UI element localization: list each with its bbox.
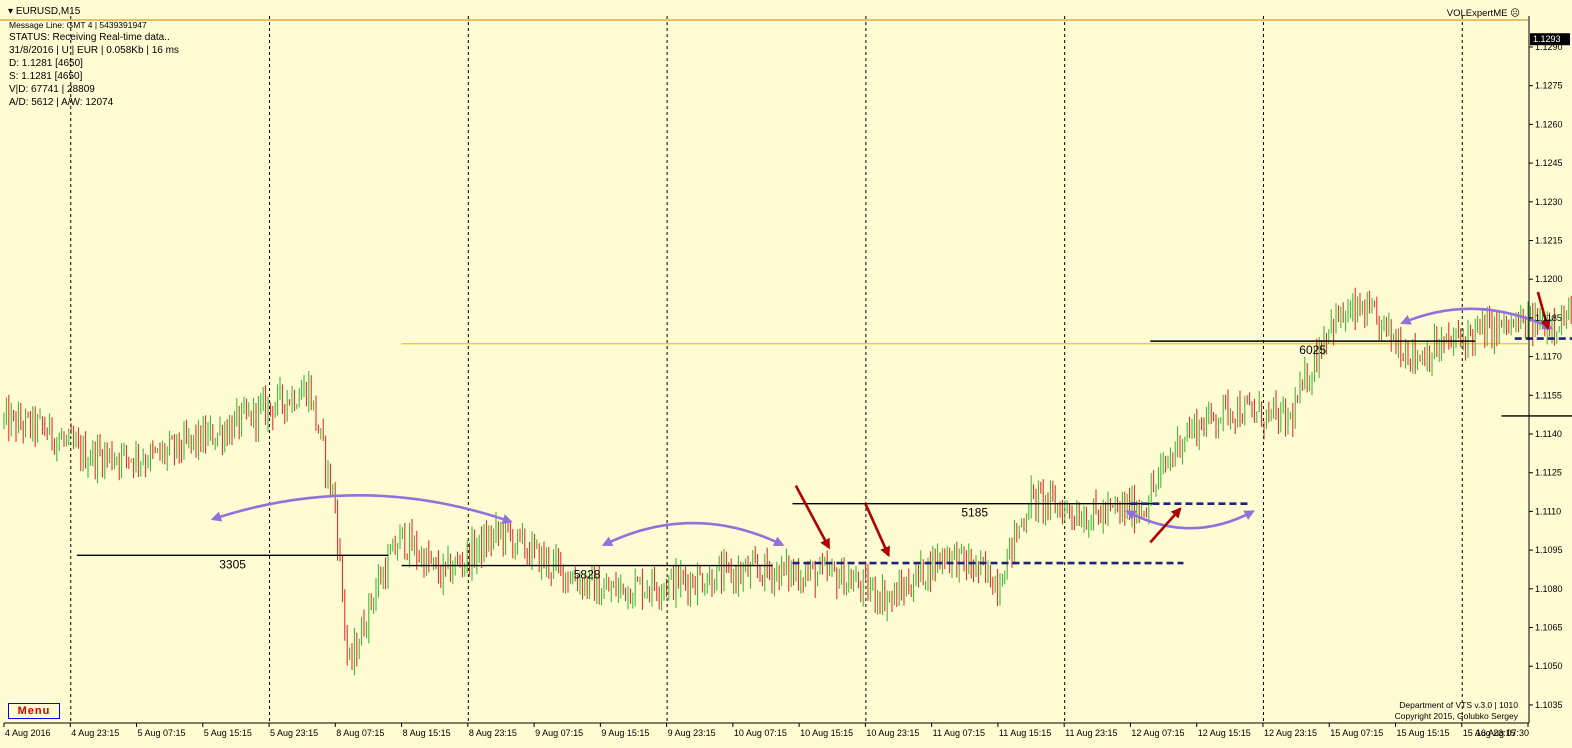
annotations — [210, 291, 1554, 558]
symbol-text: EURUSD,M15 — [15, 6, 81, 17]
status-line: STATUS: Receiving Real-time data.. — [9, 32, 170, 43]
x-tick-label: 8 Aug 15:15 — [403, 728, 451, 738]
y-tick-label: 1.1155 — [1535, 390, 1562, 400]
x-tick-label: 8 Aug 07:15 — [336, 728, 384, 738]
x-tick-label: 12 Aug 07:15 — [1131, 728, 1184, 738]
volume-level-label: 6025 — [1299, 343, 1326, 357]
red-arrow — [1149, 507, 1182, 544]
y-tick-label: 1.1035 — [1535, 700, 1563, 710]
y-tick-label: 1.1170 — [1535, 352, 1562, 362]
y-tick-label: 1.1110 — [1535, 506, 1561, 516]
footer-version: Department of VTS v.3.0 | 1010 — [1399, 700, 1518, 710]
y-tick-label: 1.1215 — [1535, 235, 1563, 245]
x-tick-label: 10 Aug 07:15 — [734, 728, 787, 738]
x-tick-label: 11 Aug 07:15 — [933, 728, 985, 738]
red-arrow — [794, 484, 831, 550]
y-tick-label: 1.1050 — [1535, 661, 1563, 671]
expert-name: VOLExpertME — [1446, 8, 1508, 19]
purple-arc-arrow — [210, 493, 513, 524]
volume-level-label: 5185 — [961, 506, 988, 520]
x-tick-label: 12 Aug 15:15 — [1198, 728, 1251, 738]
y-tick-label: 1.1245 — [1535, 158, 1563, 168]
y-tick-label: 1.1080 — [1535, 584, 1563, 594]
y-tick-label: 1.1140 — [1535, 429, 1562, 439]
day-separators — [70, 16, 1463, 723]
x-tick-label: 16 Aug 07:30 — [1476, 728, 1529, 738]
menu-button[interactable]: Menu — [8, 703, 60, 719]
red-arrow — [864, 503, 890, 558]
y-tick-label: 1.1200 — [1535, 274, 1563, 284]
x-tick-label: 8 Aug 23:15 — [469, 728, 517, 738]
symbol-label: ▾ EURUSD,M15 — [8, 6, 81, 17]
y-tick-label: 1.1065 — [1535, 623, 1563, 633]
y-tick-label: 1.1125 — [1535, 468, 1562, 478]
candles — [3, 287, 1572, 676]
x-tick-label: 15 Aug 07:15 — [1330, 728, 1383, 738]
ad-line: A/D: 5612 | A/W: 12074 — [9, 97, 114, 108]
x-tick-label: 5 Aug 23:15 — [270, 728, 318, 738]
message-line: Message Line: GMT 4 | 5439391947 — [9, 20, 147, 30]
current-price-label: 1.1293 — [1533, 34, 1561, 44]
x-tick-label: 15 Aug 15:15 — [1396, 728, 1449, 738]
x-tick-label: 9 Aug 23:15 — [668, 728, 716, 738]
x-tick-label: 11 Aug 23:15 — [1065, 728, 1117, 738]
x-tick-label: 5 Aug 07:15 — [138, 728, 186, 738]
x-tick-label: 9 Aug 07:15 — [535, 728, 583, 738]
chart-window[interactable]: 33055828518560254966349132516962 1.12901… — [0, 0, 1572, 748]
x-tick-label: 4 Aug 23:15 — [71, 728, 119, 738]
footer-copyright: Copyright 2015, Golubko Sergey — [1394, 711, 1518, 721]
x-tick-label: 10 Aug 23:15 — [866, 728, 919, 738]
purple-arc-arrow — [601, 521, 785, 547]
account-line: 31/8/2016 | U | EUR | 0.058Kb | 16 ms — [9, 45, 179, 56]
x-tick-label: 9 Aug 15:15 — [601, 728, 649, 738]
y-tick-label: 1.1230 — [1535, 197, 1563, 207]
x-tick-label: 5 Aug 15:15 — [204, 728, 252, 738]
volume-level-label: 3305 — [219, 557, 246, 571]
y-tick-label: 1.1185 — [1535, 313, 1562, 323]
y-tick-label: 1.1260 — [1535, 119, 1563, 129]
y-tick-label: 1.1275 — [1535, 81, 1563, 91]
smiley-icon: ☹ — [1510, 8, 1520, 19]
price-chart[interactable]: 33055828518560254966349132516962 1.12901… — [0, 0, 1572, 748]
vd-line: V|D: 67741 | 28809 — [9, 84, 95, 95]
expert-label[interactable]: VOLExpertME ☹ — [1447, 8, 1520, 19]
s-line: S: 1.1281 [4650] — [9, 71, 83, 82]
volume-level-label: 5828 — [574, 568, 601, 582]
x-tick-label: 12 Aug 23:15 — [1264, 728, 1317, 738]
x-tick-label: 11 Aug 15:15 — [999, 728, 1051, 738]
axes: 1.12901.12751.12601.12451.12301.12151.12… — [0, 16, 1570, 738]
x-tick-label: 4 Aug 2016 — [5, 728, 51, 738]
x-tick-label: 10 Aug 15:15 — [800, 728, 853, 738]
y-tick-label: 1.1095 — [1535, 545, 1563, 555]
d-line: D: 1.1281 [4650] — [9, 58, 83, 69]
volume-levels: 33055828518560254966349132516962 — [76, 337, 1572, 582]
